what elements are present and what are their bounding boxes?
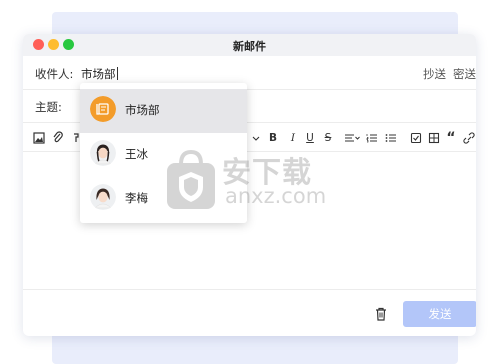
italic-button[interactable]: I — [288, 130, 298, 146]
suggestion-item[interactable]: 李梅 — [80, 177, 247, 221]
align-icon[interactable] — [344, 130, 360, 146]
person-avatar — [90, 140, 116, 166]
compose-footer: 发送 — [23, 289, 476, 336]
paint-format-icon[interactable] — [73, 130, 79, 146]
window-title: 新邮件 — [233, 40, 266, 53]
checkbox-icon[interactable] — [410, 130, 422, 146]
bcc-link[interactable]: 密送 — [453, 67, 476, 81]
recipient-value: 市场部 — [81, 67, 116, 81]
recipient-label: 收件人: — [35, 67, 74, 81]
suggestion-item[interactable]: 市场部 — [80, 89, 247, 133]
unordered-list-icon[interactable] — [385, 130, 397, 146]
title-bar: 新邮件 — [23, 34, 476, 56]
bold-button[interactable]: B — [268, 130, 278, 146]
font-size-chevron-icon[interactable] — [252, 130, 260, 146]
suggestion-item[interactable]: 王冰 — [80, 133, 247, 177]
suggestion-name: 李梅 — [125, 191, 148, 205]
recipient-input[interactable]: 市场部 — [81, 66, 118, 82]
ordered-list-icon[interactable] — [366, 130, 378, 146]
trash-icon[interactable] — [375, 306, 387, 321]
subject-label: 主题: — [35, 100, 62, 114]
send-button[interactable]: 发送 — [403, 301, 476, 327]
table-icon[interactable] — [428, 130, 440, 146]
cc-link[interactable]: 抄送 — [423, 67, 446, 81]
group-icon — [90, 96, 116, 122]
recipient-suggestions: 市场部 王冰 李梅 — [80, 83, 247, 223]
quote-button[interactable]: “ — [446, 130, 456, 146]
suggestion-name: 市场部 — [125, 103, 160, 117]
text-caret — [116, 67, 118, 80]
attach-icon[interactable] — [52, 130, 64, 146]
cc-links: 抄送 密送 — [423, 66, 476, 82]
image-icon[interactable] — [33, 130, 45, 146]
link-icon[interactable] — [463, 130, 475, 146]
suggestion-name: 王冰 — [125, 147, 148, 161]
person-avatar — [90, 184, 116, 210]
underline-button[interactable]: U — [305, 130, 315, 146]
strikethrough-button[interactable]: S — [323, 130, 333, 146]
